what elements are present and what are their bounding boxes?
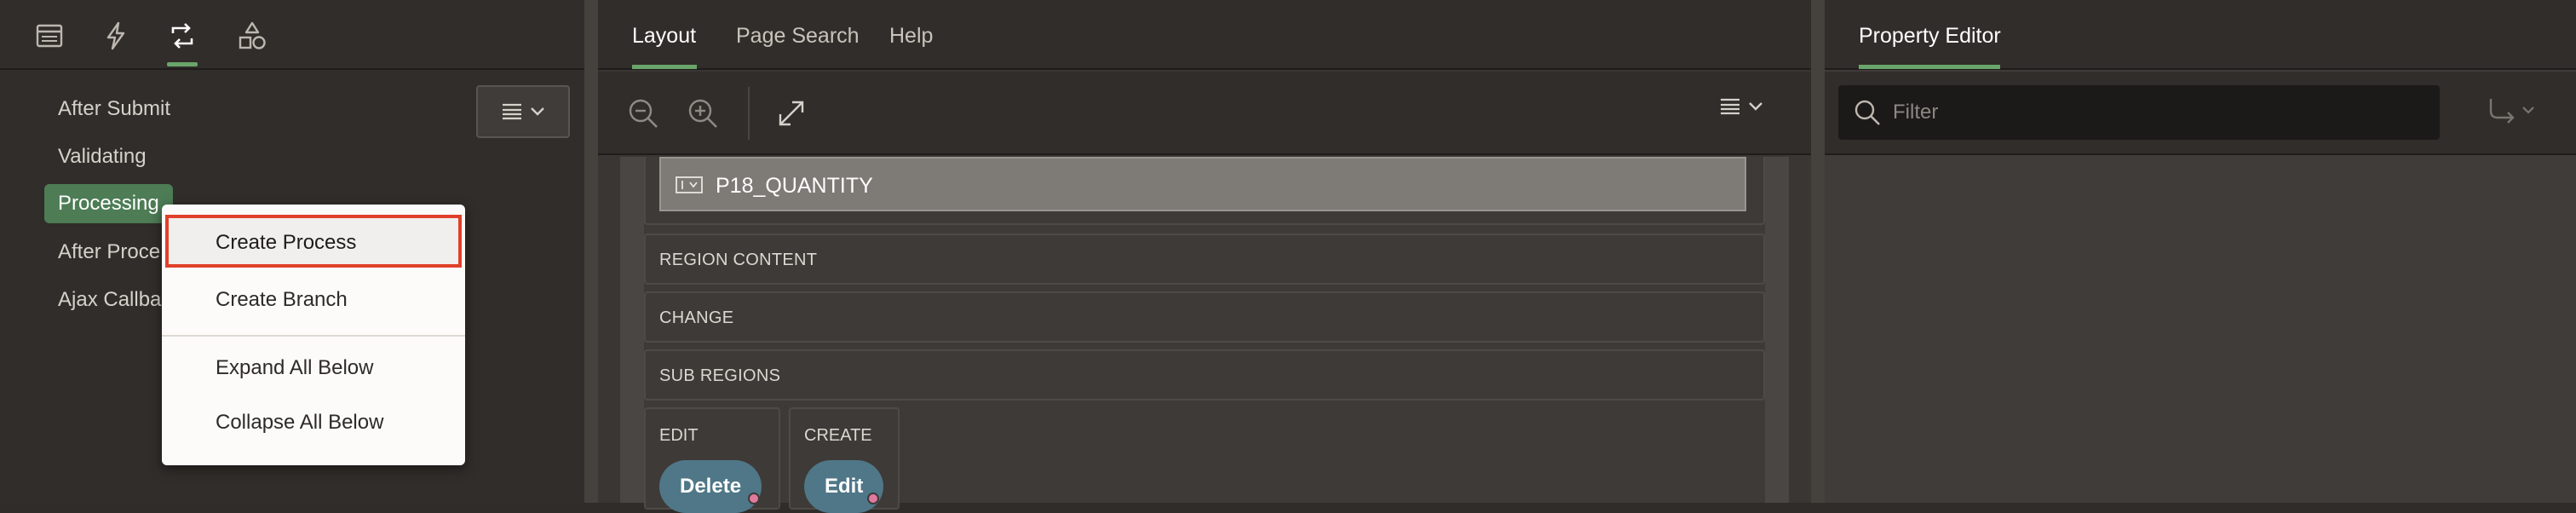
- shared-components-tab[interactable]: [235, 19, 269, 53]
- slot-edit[interactable]: EDIT Delete: [644, 407, 780, 513]
- active-tab-indicator: [1859, 65, 2000, 69]
- filter-field: [1838, 85, 2440, 140]
- menu-item-create-branch[interactable]: Create Branch: [216, 288, 348, 312]
- property-toolbar: [1825, 72, 2576, 155]
- slot-label: SUB REGIONS: [659, 366, 781, 385]
- menu-item-label: Create Process: [216, 231, 357, 254]
- layout-menu-button[interactable]: [1719, 97, 1763, 116]
- tree-item-after-processing[interactable]: After Proce: [58, 240, 160, 264]
- processing-tab[interactable]: [165, 19, 199, 53]
- delete-button[interactable]: Delete: [659, 460, 762, 513]
- tree-menu-button[interactable]: [476, 85, 570, 138]
- dynamic-actions-tab[interactable]: [99, 19, 133, 53]
- rendering-icon: [36, 24, 63, 48]
- tab-property-editor[interactable]: Property Editor: [1859, 24, 2001, 49]
- chevron-down-icon: [1749, 102, 1762, 111]
- shapes-icon: [239, 21, 266, 49]
- layout-canvas: P18_QUANTITY REGION CONTENT CHANGE SUB R…: [620, 157, 1789, 513]
- tab-help[interactable]: Help: [889, 24, 933, 49]
- right-tabs: Property Editor: [1825, 0, 2576, 70]
- layout-toolbar: [598, 72, 1811, 155]
- zoom-out-icon[interactable]: [625, 95, 661, 131]
- tree-item-after-submit[interactable]: After Submit: [58, 97, 170, 121]
- tab-page-search[interactable]: Page Search: [736, 24, 860, 49]
- chevron-down-icon: [531, 107, 544, 116]
- page-region: P18_QUANTITY REGION CONTENT CHANGE SUB R…: [644, 157, 1765, 513]
- select-list-icon: [676, 176, 703, 193]
- go-to-group-icon[interactable]: [2486, 94, 2540, 131]
- tree-item-validating[interactable]: Validating: [58, 145, 147, 169]
- sync-arrows-icon: [171, 23, 193, 49]
- slot-region-content[interactable]: REGION CONTENT: [644, 233, 1765, 285]
- left-pane: After Submit Validating Processing After…: [0, 0, 584, 503]
- tab-layout[interactable]: Layout: [632, 24, 696, 49]
- menu-item-expand-all-below[interactable]: Expand All Below: [216, 356, 373, 380]
- slot-label: CHANGE: [659, 308, 734, 327]
- slot-label: CREATE: [804, 426, 872, 445]
- slot-sub-regions[interactable]: SUB REGIONS: [644, 349, 1765, 401]
- search-icon: [1854, 100, 1880, 125]
- menu-lines-icon: [503, 103, 521, 120]
- slot-label: REGION CONTENT: [659, 251, 818, 269]
- filter-input[interactable]: [1893, 95, 2421, 130]
- active-tab-indicator: [167, 62, 198, 66]
- right-pane: Property Editor: [1825, 0, 2576, 503]
- rendering-tab[interactable]: [32, 19, 66, 53]
- menu-divider: [162, 335, 465, 337]
- slot-create[interactable]: CREATE Edit: [789, 407, 900, 513]
- page-item-label: P18_QUANTITY: [716, 174, 873, 198]
- expand-icon[interactable]: [773, 95, 809, 131]
- edit-button[interactable]: Edit: [804, 460, 884, 513]
- left-splitter[interactable]: [584, 0, 598, 503]
- active-tab-indicator: [632, 65, 697, 69]
- slot-label: EDIT: [659, 426, 699, 445]
- item-row: P18_QUANTITY: [644, 157, 1765, 225]
- page-item-p18-quantity[interactable]: P18_QUANTITY: [659, 157, 1746, 211]
- menu-item-collapse-all-below[interactable]: Collapse All Below: [216, 411, 383, 435]
- toolbar-divider: [748, 87, 750, 140]
- menu-lines-icon: [1721, 98, 1739, 115]
- tree-item-ajax-callback[interactable]: Ajax Callba: [58, 288, 161, 312]
- tree-item-processing[interactable]: Processing: [44, 184, 173, 223]
- menu-item-create-process[interactable]: Create Process: [165, 215, 462, 268]
- center-tabs: Layout Page Search Help: [598, 0, 1811, 70]
- center-pane: Layout Page Search Help P18_QUANTITY REG…: [598, 0, 1811, 513]
- slot-change[interactable]: CHANGE: [644, 291, 1765, 343]
- lightning-icon: [106, 21, 125, 50]
- zoom-in-icon[interactable]: [685, 95, 721, 131]
- context-menu: Create Process Create Branch Expand All …: [162, 205, 465, 465]
- left-pane-tabs: [0, 0, 584, 70]
- right-splitter[interactable]: [1811, 0, 1825, 503]
